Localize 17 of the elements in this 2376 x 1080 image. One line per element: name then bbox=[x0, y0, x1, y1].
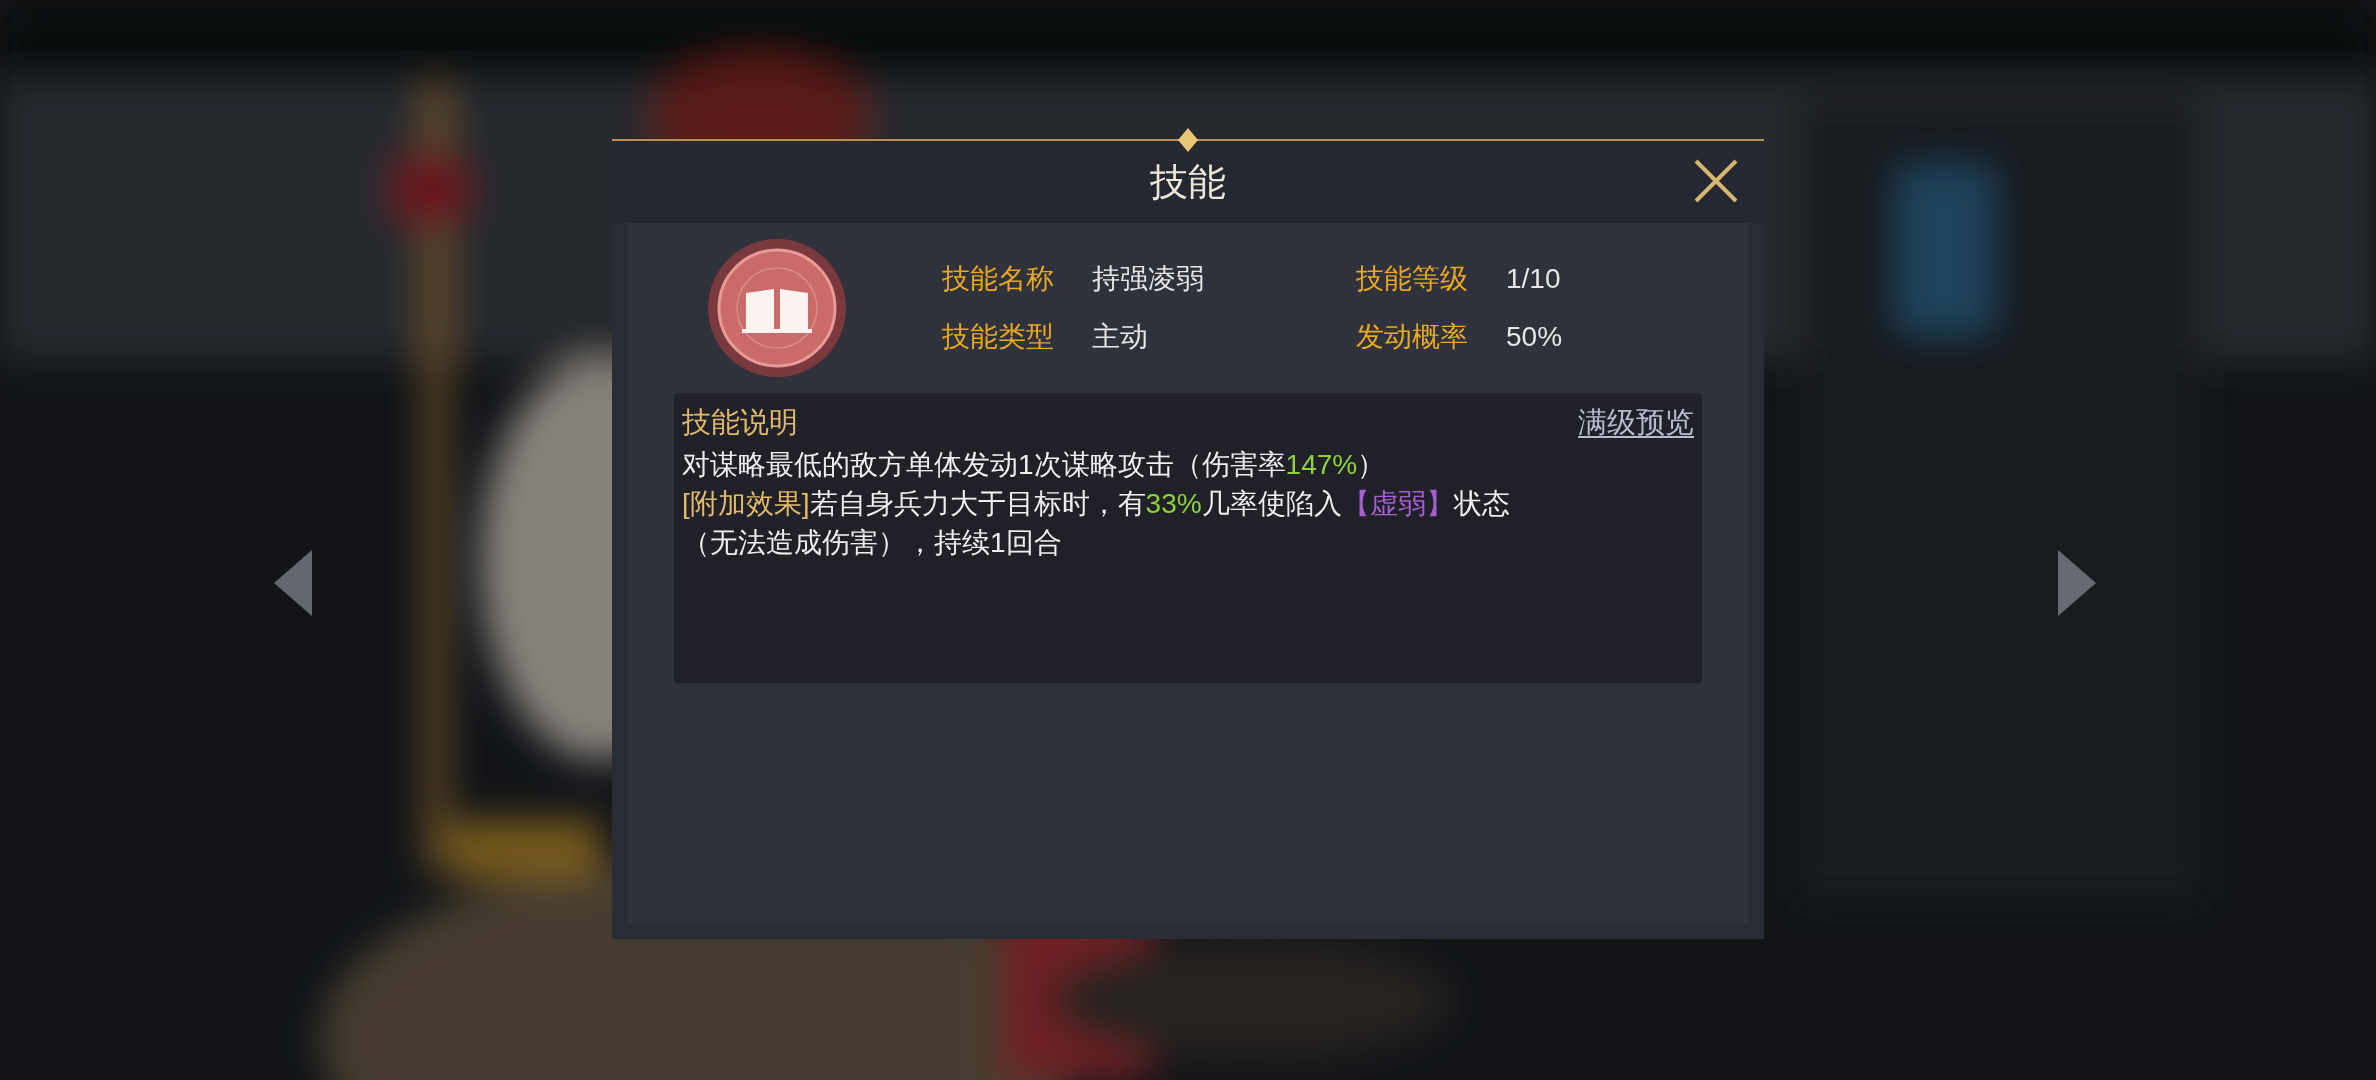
close-icon bbox=[1693, 158, 1739, 204]
field-label: 技能名称 bbox=[942, 262, 1055, 296]
field-value: 50% bbox=[1506, 320, 1564, 354]
book-icon bbox=[706, 237, 848, 379]
field-value: 持强凌弱 bbox=[1092, 262, 1205, 296]
ornament-icon bbox=[1178, 128, 1198, 152]
description-line: 对谋略最低的敌方单体发动1次谋略攻击（伤害率147%） bbox=[682, 447, 1387, 482]
field-label: 发动概率 bbox=[1356, 320, 1469, 354]
field-value: 主动 bbox=[1092, 320, 1149, 354]
section-heading: 技能说明 bbox=[682, 405, 798, 440]
field-value: 1/10 bbox=[1506, 262, 1562, 296]
dialog-title: 技能 bbox=[1150, 159, 1226, 205]
max-level-preview-link[interactable]: 满级预览 bbox=[1578, 401, 1694, 445]
description-line: （无法造成伤害），持续1回合 bbox=[682, 525, 1063, 560]
field-label: 技能等级 bbox=[1356, 262, 1469, 296]
description-line: [附加效果]若自身兵力大于目标时，有33%几率使陷入【虚弱】状态 bbox=[682, 486, 1511, 521]
field-label: 技能类型 bbox=[942, 320, 1055, 354]
